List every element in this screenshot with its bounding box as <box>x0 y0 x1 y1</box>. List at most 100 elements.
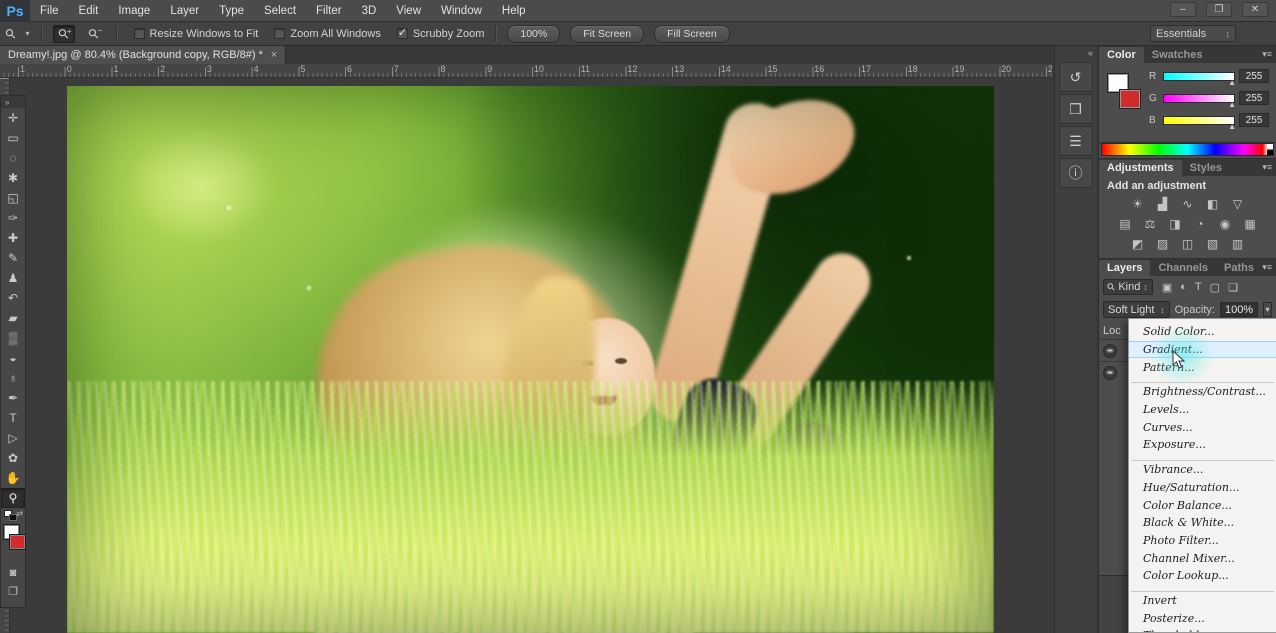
slider-handle-icon[interactable]: ▲ <box>1228 122 1236 131</box>
slider-handle-icon[interactable]: ▲ <box>1228 78 1236 87</box>
layer-visibility-icon[interactable] <box>1103 365 1117 380</box>
3d-icon[interactable]: ❒ <box>1058 94 1093 124</box>
history-brush-tool[interactable]: ↶ <box>1 288 25 308</box>
tools-collapse-icon[interactable]: » <box>1 96 25 108</box>
color-lookup-icon[interactable]: ▦ <box>1241 216 1259 232</box>
minimize-button[interactable]: – <box>1170 2 1196 17</box>
history-icon[interactable]: ↺ <box>1058 62 1093 92</box>
opacity-value[interactable]: 100% <box>1219 302 1259 317</box>
tab-channels[interactable]: Channels <box>1150 260 1216 276</box>
zoom-100-button[interactable]: 100% <box>507 24 561 43</box>
menu-option[interactable]: Threshold... <box>1129 627 1276 632</box>
layer-visibility-icon[interactable] <box>1103 343 1117 358</box>
checkbox-icon[interactable] <box>133 28 145 39</box>
menu-option[interactable]: Solid Color... <box>1129 323 1276 341</box>
hue-saturation-icon[interactable]: ▤ <box>1116 216 1134 232</box>
menubar-item[interactable]: File <box>30 0 69 22</box>
close-button[interactable]: ✕ <box>1242 2 1268 17</box>
slider-handle-icon[interactable]: ▲ <box>1228 100 1236 109</box>
tab-layers[interactable]: Layers <box>1099 260 1151 276</box>
green-slider[interactable]: ▲ <box>1163 93 1236 109</box>
option-checkbox[interactable]: Resize Windows to Fit <box>133 28 258 40</box>
blue-slider[interactable]: ▲ <box>1163 115 1236 131</box>
checkbox-icon[interactable] <box>396 26 408 39</box>
filter-shape-layers-icon[interactable]: ▢ <box>1210 281 1220 294</box>
color-balance-icon[interactable]: ⚖ <box>1141 216 1159 232</box>
zoom-tool[interactable]: ⚲ <box>1 488 25 508</box>
hand-tool[interactable]: ✋ <box>1 468 25 488</box>
gradient-map-icon[interactable]: ▧ <box>1204 236 1222 252</box>
menubar-item[interactable]: Edit <box>69 0 109 22</box>
move-tool[interactable]: ✛ <box>1 108 25 128</box>
background-color-box[interactable] <box>1119 89 1141 109</box>
tab-styles[interactable]: Styles <box>1182 160 1230 176</box>
zoom-in-button[interactable]: ⚲ + <box>52 24 75 43</box>
panel-menu-icon[interactable]: ▾≡ <box>1262 262 1272 273</box>
menubar-item[interactable]: 3D <box>352 0 387 22</box>
menubar-item[interactable]: Select <box>254 0 306 22</box>
option-checkbox[interactable]: Scrubby Zoom <box>396 26 484 40</box>
menu-option[interactable]: Invert <box>1129 592 1276 610</box>
photo-filter-icon[interactable]: ◔ <box>1191 216 1209 232</box>
dodge-tool[interactable]: ♁ <box>1 368 25 388</box>
menu-option[interactable] <box>1131 376 1274 384</box>
menu-option[interactable]: Pattern... <box>1129 358 1276 376</box>
layer-filter-kind-dropdown[interactable]: ⚲ Kind ↕ <box>1103 279 1153 295</box>
menubar-item[interactable]: Type <box>209 0 254 22</box>
restore-button[interactable]: ❐ <box>1206 2 1232 17</box>
threshold-icon[interactable]: ◫ <box>1179 236 1197 252</box>
menu-option[interactable]: Black & White... <box>1129 514 1276 532</box>
canvas-image[interactable] <box>67 86 994 633</box>
zoom-out-button[interactable]: ⚲ − <box>83 24 105 43</box>
exposure-icon[interactable]: ◧ <box>1204 196 1222 212</box>
blur-tool[interactable]: ◒ <box>1 348 25 368</box>
swap-colors-icon[interactable]: ⇄ <box>16 509 23 518</box>
menu-option[interactable]: Curves... <box>1129 418 1276 436</box>
curves-icon[interactable]: ∿ <box>1179 196 1197 212</box>
dock-collapse-icon[interactable]: « <box>1055 46 1096 60</box>
brightness-contrast-icon[interactable]: ☀ <box>1129 196 1147 212</box>
tab-close-icon[interactable]: × <box>271 49 277 61</box>
filter-adjustment-layers-icon[interactable]: ◐ <box>1180 281 1187 294</box>
filter-pixel-layers-icon[interactable]: ▣ <box>1162 281 1172 294</box>
tab-adjustments[interactable]: Adjustments <box>1099 160 1182 176</box>
red-slider[interactable]: ▲ <box>1163 71 1236 87</box>
blend-mode-dropdown[interactable]: Soft Light ↕ <box>1103 301 1170 318</box>
red-value[interactable]: 255 <box>1239 69 1269 83</box>
menu-option[interactable]: Brightness/Contrast... <box>1129 383 1276 401</box>
selective-color-icon[interactable]: ▥ <box>1229 236 1247 252</box>
marquee-tool[interactable]: ▭ <box>1 128 25 148</box>
gradient-tool[interactable]: ▒ <box>1 328 25 348</box>
lasso-tool[interactable]: ◌ <box>1 148 25 168</box>
clone-stamp-tool[interactable]: ♟ <box>1 268 25 288</box>
spot-healing-tool[interactable]: ✚ <box>1 228 25 248</box>
custom-shape-tool[interactable]: ✿ <box>1 448 25 468</box>
eyedropper-tool[interactable]: ✑ <box>1 208 25 228</box>
levels-icon[interactable]: ▟ <box>1154 196 1172 212</box>
invert-icon[interactable]: ◩ <box>1129 236 1147 252</box>
menu-option[interactable]: Photo Filter... <box>1129 532 1276 550</box>
workspace-switcher[interactable]: Essentials ↕ <box>1150 25 1236 42</box>
background-color-swatch[interactable] <box>9 534 26 550</box>
menu-option[interactable]: Vibrance... <box>1129 461 1276 479</box>
crop-tool[interactable]: ◱ <box>1 188 25 208</box>
tool-preset-caret-icon[interactable]: ▾ <box>26 29 30 38</box>
screen-mode-button[interactable]: ❐ <box>1 582 25 600</box>
document-tab[interactable]: Dreamy!.jpg @ 80.4% (Background copy, RG… <box>0 46 287 64</box>
menu-option[interactable]: Color Lookup... <box>1129 567 1276 585</box>
menubar-item[interactable]: Layer <box>160 0 209 22</box>
menu-option[interactable] <box>1131 454 1274 461</box>
panel-menu-icon[interactable]: ▾≡ <box>1262 49 1272 60</box>
menubar-item[interactable]: Window <box>431 0 492 22</box>
properties-icon[interactable]: ☰ <box>1058 126 1093 156</box>
menu-option[interactable]: Channel Mixer... <box>1129 549 1276 567</box>
green-value[interactable]: 255 <box>1239 91 1269 105</box>
filter-smart-objects-icon[interactable]: ❏ <box>1228 281 1238 294</box>
menu-option[interactable]: Levels... <box>1129 401 1276 419</box>
menu-option[interactable]: Color Balance... <box>1129 496 1276 514</box>
menu-option[interactable]: Hue/Saturation... <box>1129 479 1276 497</box>
tab-paths[interactable]: Paths <box>1216 260 1262 276</box>
quick-mask-button[interactable]: ◙ <box>1 564 25 582</box>
pen-tool[interactable]: ✒ <box>1 388 25 408</box>
menu-option[interactable] <box>1131 585 1274 592</box>
